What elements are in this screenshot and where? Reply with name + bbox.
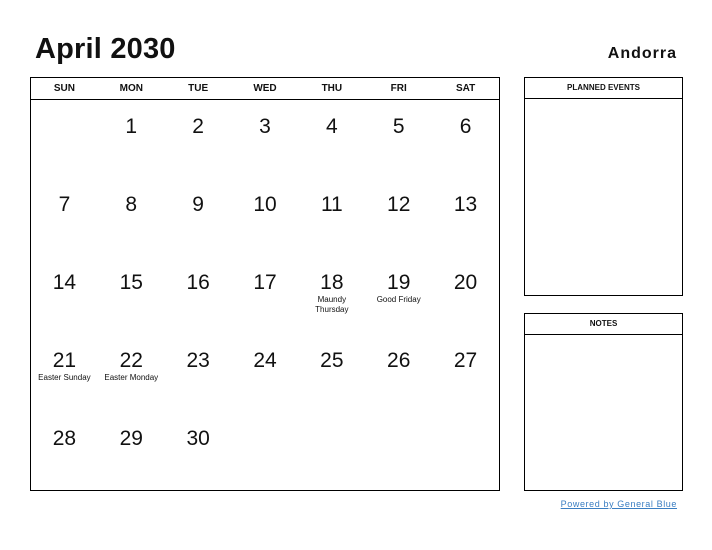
day-number: 29 xyxy=(119,427,143,450)
country-label: Andorra xyxy=(607,45,677,62)
day-number: 26 xyxy=(387,349,411,372)
day-number: 2 xyxy=(192,115,204,138)
day-number: 12 xyxy=(387,193,411,216)
day-cell: 6 xyxy=(432,100,499,178)
holiday-label: Good Friday xyxy=(376,295,421,304)
holiday-label: Easter Monday xyxy=(104,373,159,382)
day-cell: 16 xyxy=(165,256,232,334)
page-title: April 2030 xyxy=(35,33,176,65)
day-number: 1 xyxy=(125,115,138,138)
day-number: 15 xyxy=(119,271,143,294)
day-cell: 2 xyxy=(165,100,232,178)
planned-events-panel: PLANNED EVENTS xyxy=(524,77,683,296)
day-number: 16 xyxy=(186,271,210,294)
day-cell: 14 xyxy=(31,256,98,334)
day-cell: 11 xyxy=(298,178,365,256)
weekday-sun: SUN xyxy=(53,83,75,94)
day-number: 8 xyxy=(125,193,138,216)
day-grid: 1 2 3 4 5 6 7 8 9 10 11 12 13 14 15 16 17 18 Maundy Thursd… xyxy=(31,100,499,490)
day-cell: 19 Good Friday xyxy=(365,256,432,334)
planned-events-heading: PLANNED EVENTS xyxy=(525,78,682,99)
weekday-wed: WED xyxy=(253,83,277,94)
day-number: 27 xyxy=(453,349,478,372)
day-cell xyxy=(298,412,365,490)
day-number: 30 xyxy=(186,427,210,450)
day-cell: 22 Easter Monday xyxy=(98,334,165,412)
day-cell: 29 xyxy=(98,412,165,490)
day-cell: 7 xyxy=(31,178,98,256)
day-number: 4 xyxy=(326,115,338,138)
day-number: 25 xyxy=(320,349,344,372)
day-number: 28 xyxy=(52,427,77,450)
holiday-label: Easter Sunday xyxy=(38,373,91,382)
day-cell xyxy=(232,412,299,490)
day-cell: 17 xyxy=(232,256,299,334)
day-number: 3 xyxy=(259,115,271,138)
day-number: 24 xyxy=(253,349,277,372)
calendar-grid: SUN MON TUE WED THU FRI SAT 1 2 3 4 5 6 7 8 9 10 1… xyxy=(30,77,500,491)
day-cell: 10 xyxy=(232,178,299,256)
weekday-mon: MON xyxy=(119,83,143,94)
day-cell: 26 xyxy=(365,334,432,412)
day-number: 11 xyxy=(320,193,343,216)
weekday-sat: SAT xyxy=(455,83,476,94)
weekday-thu: THU xyxy=(321,83,343,94)
day-cell: 12 xyxy=(365,178,432,256)
day-number: 5 xyxy=(392,115,405,138)
day-cell xyxy=(365,412,432,490)
weekday-tue: TUE xyxy=(188,83,209,94)
weekday-fri: FRI xyxy=(390,83,407,94)
day-cell: 25 xyxy=(298,334,365,412)
day-number: 19 xyxy=(387,271,411,294)
day-number: 13 xyxy=(453,193,478,216)
day-number: 17 xyxy=(253,271,277,294)
powered-by-link[interactable]: Powered by General Blue xyxy=(561,499,677,509)
day-number: 20 xyxy=(453,271,478,294)
day-cell: 30 xyxy=(165,412,232,490)
day-cell: 4 xyxy=(298,100,365,178)
day-cell xyxy=(31,100,98,178)
day-number: 22 xyxy=(119,349,143,372)
day-cell: 20 xyxy=(432,256,499,334)
day-cell: 27 xyxy=(432,334,499,412)
day-number: 10 xyxy=(253,193,277,216)
day-cell: 9 xyxy=(165,178,232,256)
notes-heading: NOTES xyxy=(525,314,682,335)
day-cell: 18 Maundy Thursday xyxy=(298,256,365,334)
day-cell: 8 xyxy=(98,178,165,256)
day-number: 9 xyxy=(192,193,204,216)
day-number: 21 xyxy=(52,349,77,372)
weekday-header: SUN MON TUE WED THU FRI SAT xyxy=(31,78,499,100)
day-number: 6 xyxy=(459,115,472,138)
notes-panel: NOTES xyxy=(524,313,683,491)
day-cell: 28 xyxy=(31,412,98,490)
day-cell: 1 xyxy=(98,100,165,178)
day-number: 23 xyxy=(186,349,210,372)
day-cell: 24 xyxy=(232,334,299,412)
day-cell: 5 xyxy=(365,100,432,178)
day-cell: 21 Easter Sunday xyxy=(31,334,98,412)
day-number: 14 xyxy=(52,271,77,294)
day-cell: 3 xyxy=(232,100,299,178)
day-number: 7 xyxy=(58,193,71,216)
holiday-label: Maundy Thursday xyxy=(315,295,349,314)
day-cell: 13 xyxy=(432,178,499,256)
day-cell xyxy=(432,412,499,490)
day-cell: 15 xyxy=(98,256,165,334)
day-number: 18 xyxy=(320,271,344,294)
day-cell: 23 xyxy=(165,334,232,412)
